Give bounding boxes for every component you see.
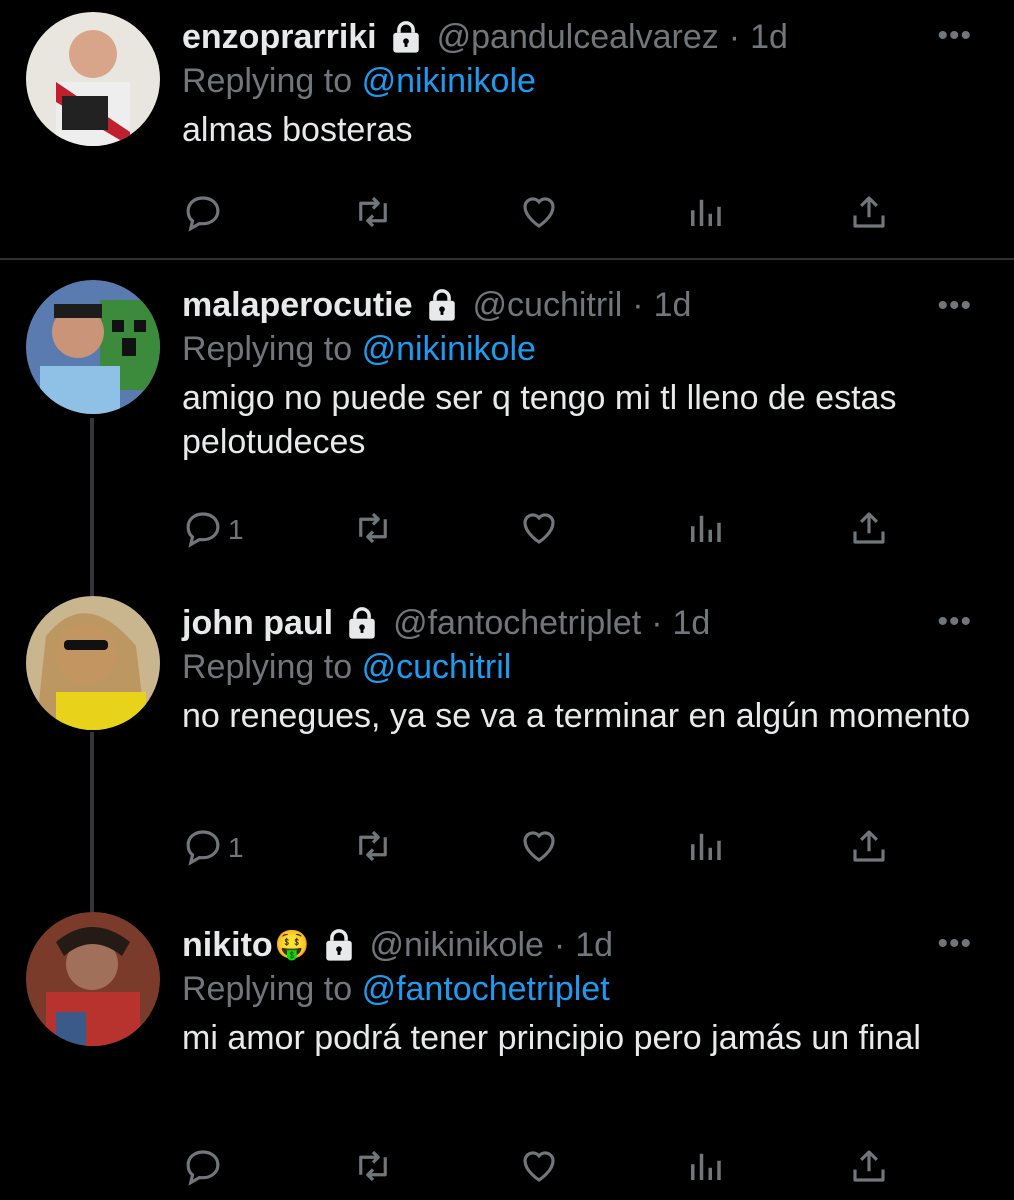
action-bar: 1 bbox=[182, 508, 902, 552]
like-button[interactable] bbox=[518, 191, 560, 238]
display-name[interactable]: john paul bbox=[182, 602, 333, 644]
replying-label: Replying to bbox=[182, 970, 353, 1008]
mention-link[interactable]: @nikinikole bbox=[362, 62, 536, 100]
timestamp[interactable]: 1d bbox=[575, 924, 613, 966]
analytics-icon bbox=[684, 825, 726, 872]
like-button[interactable] bbox=[518, 507, 560, 554]
like-icon bbox=[518, 825, 560, 872]
like-icon bbox=[518, 191, 560, 238]
retweet-button[interactable] bbox=[352, 825, 394, 872]
share-icon bbox=[848, 191, 890, 238]
tweet[interactable]: nikito 🤑 @nikinikole · 1d Replying to @fa… bbox=[0, 900, 1014, 1200]
lock-icon bbox=[322, 928, 356, 962]
timestamp[interactable]: 1d bbox=[673, 602, 711, 644]
retweet-icon bbox=[352, 507, 394, 554]
reply-count: 1 bbox=[228, 832, 244, 863]
handle[interactable]: @nikinikole bbox=[370, 924, 544, 966]
tweet-text: amigo no puede ser q tengo mi tl lleno d… bbox=[182, 379, 897, 461]
separator: · bbox=[632, 286, 644, 324]
analytics-icon bbox=[684, 191, 726, 238]
separator: · bbox=[553, 926, 566, 964]
more-icon[interactable]: ••• bbox=[937, 21, 972, 51]
tweet-text: no renegues, ya se va a terminar en algú… bbox=[182, 697, 971, 735]
action-bar bbox=[182, 192, 902, 236]
retweet-button[interactable] bbox=[352, 191, 394, 238]
more-icon[interactable]: ••• bbox=[937, 929, 972, 959]
analytics-icon bbox=[684, 507, 726, 554]
lock-icon bbox=[345, 606, 379, 640]
action-bar bbox=[182, 1146, 902, 1190]
retweet-icon bbox=[352, 191, 394, 238]
tweet[interactable]: john paul @fantochetriplet · 1d Replying… bbox=[0, 580, 1014, 900]
avatar[interactable] bbox=[26, 12, 160, 146]
share-icon bbox=[848, 1145, 890, 1192]
timestamp[interactable]: 1d bbox=[750, 16, 788, 58]
display-name[interactable]: malaperocutie bbox=[182, 284, 413, 326]
tweet[interactable]: malaperocutie @cuchitril · 1d Replying t… bbox=[0, 260, 1014, 580]
replying-label: Replying to bbox=[182, 330, 353, 368]
reply-button[interactable]: 1 bbox=[182, 507, 244, 554]
handle[interactable]: @fantochetriplet bbox=[393, 602, 641, 644]
analytics-button[interactable] bbox=[684, 1145, 726, 1192]
share-button[interactable] bbox=[848, 507, 890, 554]
analytics-button[interactable] bbox=[684, 507, 726, 554]
analytics-button[interactable] bbox=[684, 825, 726, 872]
share-icon bbox=[848, 825, 890, 872]
mention-link[interactable]: @cuchitril bbox=[362, 648, 512, 686]
share-button[interactable] bbox=[848, 1145, 890, 1192]
reply-button[interactable]: 1 bbox=[182, 825, 244, 872]
separator: · bbox=[728, 18, 741, 56]
timestamp[interactable]: 1d bbox=[654, 284, 692, 326]
display-name[interactable]: enzoprarriki bbox=[182, 16, 377, 58]
tweet[interactable]: enzoprarriki @pandulcealvarez · 1d Reply… bbox=[0, 0, 1014, 258]
share-button[interactable] bbox=[848, 825, 890, 872]
money-face-emoji: 🤑 bbox=[274, 929, 310, 960]
tweet-text: mi amor podrá tener principio pero jamás… bbox=[182, 1019, 921, 1057]
more-icon[interactable]: ••• bbox=[937, 291, 972, 321]
avatar[interactable] bbox=[26, 912, 160, 1046]
avatar[interactable] bbox=[26, 280, 160, 414]
reply-count: 1 bbox=[228, 514, 244, 545]
mention-link[interactable]: @fantochetriplet bbox=[362, 970, 610, 1008]
action-bar: 1 bbox=[182, 826, 902, 870]
share-icon bbox=[848, 507, 890, 554]
display-name[interactable]: nikito bbox=[182, 924, 273, 966]
reply-icon bbox=[182, 1145, 224, 1192]
analytics-icon bbox=[684, 1145, 726, 1192]
separator: · bbox=[651, 604, 663, 642]
retweet-button[interactable] bbox=[352, 507, 394, 554]
like-button[interactable] bbox=[518, 1145, 560, 1192]
analytics-button[interactable] bbox=[684, 191, 726, 238]
reply-icon bbox=[182, 191, 224, 238]
tweet-text: almas bosteras bbox=[182, 111, 413, 149]
replying-label: Replying to bbox=[182, 62, 353, 100]
more-icon[interactable]: ••• bbox=[937, 607, 972, 637]
lock-icon bbox=[389, 20, 423, 54]
reply-button[interactable] bbox=[182, 191, 228, 238]
like-button[interactable] bbox=[518, 825, 560, 872]
lock-icon bbox=[425, 288, 459, 322]
mention-link[interactable]: @nikinikole bbox=[362, 330, 536, 368]
reply-icon bbox=[182, 507, 224, 554]
handle[interactable]: @cuchitril bbox=[473, 284, 623, 326]
replying-label: Replying to bbox=[182, 648, 353, 686]
handle[interactable]: @pandulcealvarez bbox=[437, 16, 719, 58]
like-icon bbox=[518, 507, 560, 554]
like-icon bbox=[518, 1145, 560, 1192]
retweet-button[interactable] bbox=[352, 1145, 394, 1192]
reply-icon bbox=[182, 825, 224, 872]
retweet-icon bbox=[352, 1145, 394, 1192]
reply-button[interactable] bbox=[182, 1145, 228, 1192]
avatar[interactable] bbox=[26, 596, 160, 730]
share-button[interactable] bbox=[848, 191, 890, 238]
retweet-icon bbox=[352, 825, 394, 872]
